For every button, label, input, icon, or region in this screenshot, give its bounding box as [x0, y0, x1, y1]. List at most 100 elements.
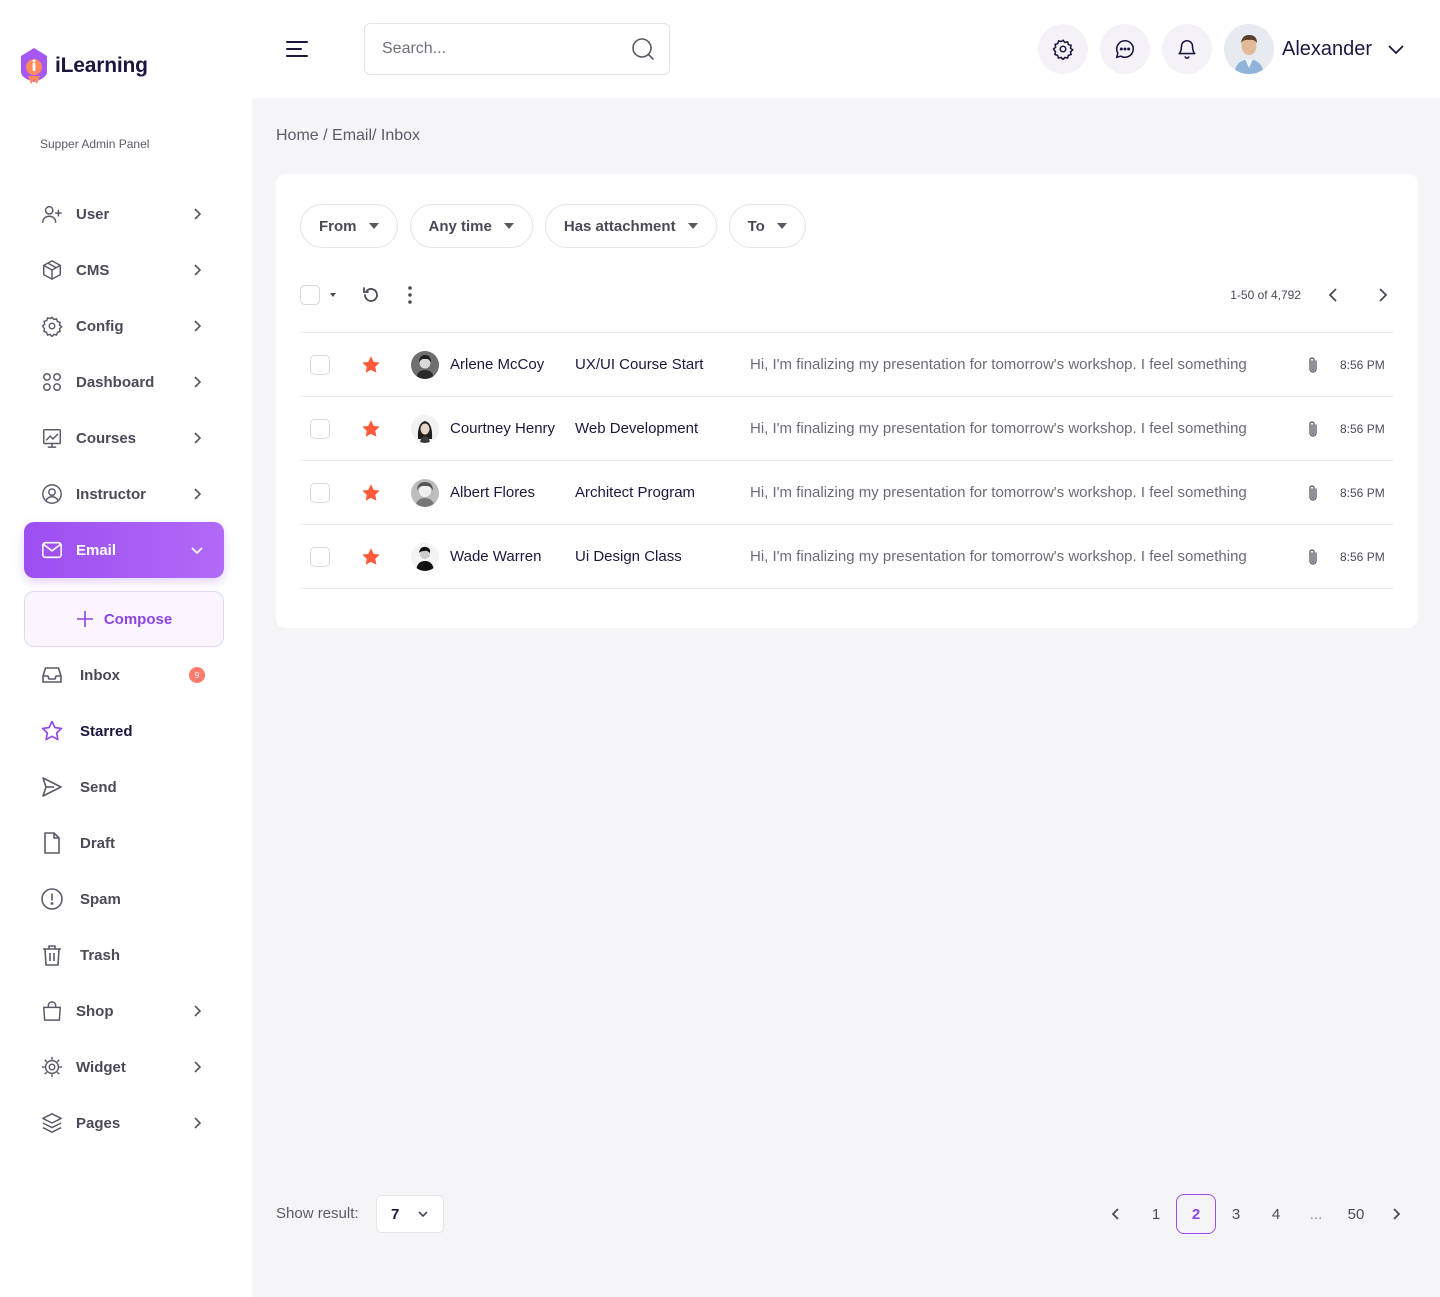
- send-icon: [40, 775, 64, 799]
- compose-label: Compose: [103, 610, 173, 628]
- paperclip-icon: [1309, 357, 1317, 373]
- star-icon: [40, 719, 64, 743]
- chevron-right-icon: [194, 320, 202, 332]
- mail-preview: Hi, I'm finalizing my presentation for t…: [750, 484, 1247, 501]
- user-name: Alexander: [1282, 37, 1373, 60]
- settings-button[interactable]: [1038, 24, 1088, 74]
- sidebar-item-spam[interactable]: Spam: [24, 871, 224, 927]
- star-icon[interactable]: [360, 546, 382, 568]
- chevron-right-icon: [194, 376, 202, 388]
- mail-sender: Arlene McCoy: [450, 356, 545, 373]
- gear-icon: [41, 315, 63, 337]
- filter-has-attachment[interactable]: Has attachment: [544, 204, 717, 248]
- sidebar-item-config[interactable]: Config: [24, 298, 224, 354]
- pagination-prev[interactable]: [1096, 1194, 1136, 1234]
- panel-label: Supper Admin Panel: [40, 137, 150, 151]
- logo[interactable]: iLearning: [19, 46, 148, 86]
- sender-avatar: [411, 543, 439, 571]
- sidebar-item-draft[interactable]: Draft: [24, 815, 224, 871]
- search-input[interactable]: [382, 40, 631, 58]
- mail-row[interactable]: Courtney Henry Web Development Hi, I'm f…: [300, 397, 1394, 461]
- caret-down-icon: [503, 223, 514, 229]
- filter-any-time[interactable]: Any time: [409, 204, 533, 248]
- refresh-icon[interactable]: [361, 285, 381, 305]
- row-checkbox[interactable]: [310, 547, 330, 567]
- sidebar-item-shop[interactable]: Shop: [24, 983, 224, 1039]
- gear-icon: [1052, 39, 1074, 60]
- sidebar-item-instructor[interactable]: Instructor: [24, 466, 224, 522]
- pagination-page-current[interactable]: 2: [1176, 1194, 1216, 1234]
- mail-row[interactable]: Wade Warren Ui Design Class Hi, I'm fina…: [300, 525, 1394, 589]
- messages-button[interactable]: [1100, 24, 1150, 74]
- file-icon: [40, 831, 64, 855]
- pagination-page[interactable]: 3: [1216, 1194, 1256, 1234]
- row-checkbox[interactable]: [310, 483, 330, 503]
- mail-subject: Ui Design Class: [575, 548, 682, 565]
- star-icon[interactable]: [360, 482, 382, 504]
- hamburger-menu-icon[interactable]: [285, 38, 309, 60]
- mail-preview: Hi, I'm finalizing my presentation for t…: [750, 356, 1247, 373]
- pagination-page[interactable]: 50: [1336, 1194, 1376, 1234]
- chevron-left-icon[interactable]: [1326, 287, 1342, 303]
- compose-button[interactable]: Compose: [24, 591, 224, 647]
- chart-icon: [41, 427, 63, 449]
- sidebar: iLearning Supper Admin Panel User CMS Co…: [0, 0, 252, 1297]
- sidebar-item-courses[interactable]: Courses: [24, 410, 224, 466]
- sidebar-item-inbox[interactable]: Inbox 9: [24, 647, 224, 703]
- star-icon[interactable]: [360, 354, 382, 376]
- row-checkbox[interactable]: [310, 419, 330, 439]
- mail-subject: UX/UI Course Start: [575, 356, 704, 373]
- sidebar-item-email[interactable]: Email: [24, 522, 224, 578]
- pagination-next[interactable]: [1376, 1194, 1416, 1234]
- select-dropdown-caret-icon[interactable]: [330, 293, 336, 297]
- mail-row[interactable]: Arlene McCoy UX/UI Course Start Hi, I'm …: [300, 333, 1394, 397]
- select-all-checkbox[interactable]: [300, 285, 320, 305]
- mail-list: Arlene McCoy UX/UI Course Start Hi, I'm …: [300, 332, 1394, 589]
- sidebar-item-label: Send: [80, 778, 117, 796]
- inbox-icon: [40, 663, 64, 687]
- chevron-right-icon: [194, 1005, 202, 1017]
- chevron-right-icon[interactable]: [1374, 287, 1390, 303]
- sidebar-item-trash[interactable]: Trash: [24, 927, 224, 983]
- sidebar-item-send[interactable]: Send: [24, 759, 224, 815]
- show-result-select[interactable]: 7: [376, 1195, 444, 1233]
- paperclip-icon: [1309, 485, 1317, 501]
- unread-badge: 9: [189, 667, 205, 683]
- breadcrumb[interactable]: Home / Email/ Inbox: [276, 127, 420, 145]
- mail-subject: Web Development: [575, 420, 699, 437]
- mail-row[interactable]: Albert Flores Architect Program Hi, I'm …: [300, 461, 1394, 525]
- filter-to[interactable]: To: [728, 204, 806, 248]
- sidebar-item-label: Email: [76, 541, 117, 559]
- sidebar-item-widget[interactable]: Widget: [24, 1039, 224, 1095]
- sidebar-item-label: Config: [76, 317, 124, 335]
- bell-icon: [1178, 40, 1196, 59]
- sidebar-item-user[interactable]: User: [24, 186, 224, 242]
- sidebar-item-pages[interactable]: Pages: [24, 1095, 224, 1151]
- chevron-right-icon: [1393, 1208, 1401, 1220]
- filter-from[interactable]: From: [300, 204, 398, 248]
- more-vertical-icon[interactable]: [406, 285, 414, 305]
- star-icon[interactable]: [360, 418, 382, 440]
- search-box: [364, 23, 670, 75]
- sender-avatar: [411, 415, 439, 443]
- filter-label: From: [319, 217, 357, 235]
- sidebar-item-cms[interactable]: CMS: [24, 242, 224, 298]
- mail-card: From Any time Has attachment To 1-50 of …: [276, 174, 1418, 628]
- sidebar-item-label: Starred: [80, 722, 133, 740]
- chevron-right-icon: [194, 208, 202, 220]
- mail-time: 8:56 PM: [1340, 422, 1385, 436]
- pagination-page[interactable]: 1: [1136, 1194, 1176, 1234]
- chevron-right-icon: [194, 432, 202, 444]
- paperclip-icon: [1309, 549, 1317, 565]
- sidebar-item-dashboard[interactable]: Dashboard: [24, 354, 224, 410]
- sender-avatar: [411, 479, 439, 507]
- mail-sender: Albert Flores: [450, 484, 536, 501]
- notifications-button[interactable]: [1162, 24, 1212, 74]
- filter-bar: From Any time Has attachment To: [300, 204, 806, 248]
- row-checkbox[interactable]: [310, 355, 330, 375]
- sidebar-item-starred[interactable]: Starred: [24, 703, 224, 759]
- chevron-down-icon: [1388, 45, 1404, 55]
- pagination-page[interactable]: 4: [1256, 1194, 1296, 1234]
- search-icon[interactable]: [631, 37, 655, 61]
- user-menu[interactable]: Alexander: [1224, 24, 1405, 74]
